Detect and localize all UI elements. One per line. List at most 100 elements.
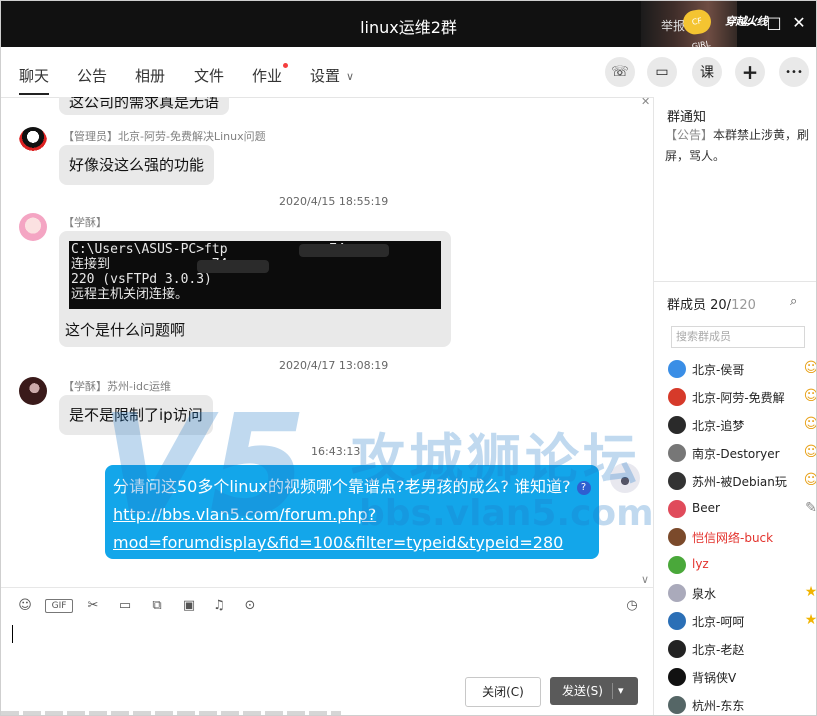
member-row[interactable]: 北京-追梦 ☺ xyxy=(668,415,817,439)
member-search-input[interactable]: 搜索群成员 xyxy=(671,326,805,348)
member-name: 泉水 xyxy=(692,587,717,601)
message-sender: 【管理员】北京-阿劳-免费解决Linux问题 xyxy=(63,130,266,143)
chat-history[interactable]: 这公司的需求真是无语 ✕ 【管理员】北京-阿劳-免费解决Linux问题 好像没这… xyxy=(1,97,653,587)
text-caret xyxy=(12,625,13,643)
notice-content[interactable]: 【公告】本群禁止涉黄，刷屏，骂人。 xyxy=(665,125,811,167)
gif-icon[interactable]: GIF xyxy=(45,599,73,613)
tab-album[interactable]: 相册 xyxy=(135,65,165,86)
video-call-button[interactable]: ▭ xyxy=(647,57,677,87)
notice-tag: 【公告】 xyxy=(665,128,714,142)
bell-off-icon[interactable]: ♫ xyxy=(210,597,228,615)
avatar[interactable] xyxy=(19,213,47,241)
title-bar: linux运维2群 CF GIRL 举报 穿越火线 — □ ✕ xyxy=(1,1,816,51)
divider xyxy=(654,281,816,282)
member-name: 北京-追梦 xyxy=(692,419,745,433)
member-name: 苏州-被Debian玩 xyxy=(692,475,787,489)
timestamp: 2020/4/17 13:08:19 xyxy=(279,359,389,372)
folder-icon[interactable]: ▭ xyxy=(116,597,134,615)
person-badge-icon: ☺ xyxy=(803,444,817,460)
tab-announcement[interactable]: 公告 xyxy=(77,65,107,86)
avatar[interactable] xyxy=(19,377,47,405)
member-row[interactable]: 北京-侯哥 ☺ xyxy=(668,359,817,383)
redaction xyxy=(197,260,269,273)
message-bubble: 好像没这么强的功能 xyxy=(59,145,215,185)
maximize-button[interactable]: □ xyxy=(765,14,783,32)
person-badge-icon: ☺ xyxy=(803,416,817,432)
close-chat-pane-icon[interactable]: ✕ xyxy=(641,97,650,108)
avatar[interactable] xyxy=(19,127,47,155)
divider xyxy=(612,683,613,699)
search-icon[interactable]: ⌕ xyxy=(790,294,806,310)
message-text: 这个是什么问题啊 xyxy=(65,321,186,339)
notification-dot xyxy=(283,63,288,68)
members-count: 120 xyxy=(731,298,756,313)
person-badge-icon: ☺ xyxy=(803,388,817,404)
member-name: 南京-Destoryer xyxy=(692,447,780,461)
member-avatar xyxy=(668,556,686,574)
member-name: 背锅侠V xyxy=(692,671,737,685)
edit-badge-icon: ✎ xyxy=(805,500,817,516)
message-input[interactable]: 关闭(C) 发送(S) ▾ xyxy=(1,623,653,715)
close-button[interactable]: 关闭(C) xyxy=(465,677,541,707)
history-icon[interactable]: ◷ xyxy=(623,597,641,615)
image-icon[interactable]: ▣ xyxy=(180,597,198,615)
chat-window: linux运维2群 CF GIRL 举报 穿越火线 — □ ✕ 聊天 公告 相册… xyxy=(0,0,817,716)
input-toolbar: ☺ GIF ✂ ▭ ⧉ ▣ ♫ ⊙ ◷ xyxy=(1,587,653,624)
member-avatar xyxy=(668,416,686,434)
person-badge-icon: ☺ xyxy=(803,360,817,376)
help-icon[interactable]: ? xyxy=(576,480,591,495)
tab-files[interactable]: 文件 xyxy=(194,65,224,86)
member-row[interactable]: 苏州-被Debian玩 ☺ xyxy=(668,471,816,495)
add-button[interactable]: + xyxy=(735,57,765,87)
member-row[interactable]: 泉水 ★ xyxy=(668,583,816,607)
lesson-icon: 课 xyxy=(700,65,714,81)
member-avatar xyxy=(668,668,686,686)
message-text: 分请问这50多个linux的视频哪个靠谱点?老男孩的成么? 谁知道? xyxy=(113,477,571,496)
member-avatar xyxy=(668,528,686,546)
member-avatar xyxy=(668,388,686,406)
tab-settings[interactable]: 设置 ∨ xyxy=(310,65,354,86)
message-bubble: 是不是限制了ip访问 xyxy=(59,395,213,435)
scroll-down-icon[interactable]: ∨ xyxy=(641,573,649,586)
message-bubble: 这公司的需求真是无语 xyxy=(59,97,230,115)
emoji-icon[interactable]: ☺ xyxy=(16,597,34,615)
scissors-icon[interactable]: ✂ xyxy=(84,597,102,615)
taskbar-strip xyxy=(1,711,341,715)
tab-chat[interactable]: 聊天 xyxy=(19,65,50,95)
member-avatar xyxy=(668,696,686,714)
member-row[interactable]: 南京-Destoryer ☺ xyxy=(668,443,817,467)
send-label: 发送(S) xyxy=(562,684,603,698)
lesson-button[interactable]: 课 xyxy=(692,57,722,87)
image-search-icon[interactable]: ⧉ xyxy=(148,597,166,615)
timestamp: 16:43:13 xyxy=(311,445,361,458)
member-row[interactable]: 北京-老赵 xyxy=(668,639,816,663)
voice-call-button[interactable]: ☏ xyxy=(605,57,635,87)
member-row[interactable]: 北京-呵呵 ★ xyxy=(668,611,816,635)
chevron-down-icon[interactable]: ▾ xyxy=(618,677,624,705)
report-link[interactable]: 举报 xyxy=(661,17,685,34)
member-name: 北京-阿劳-免费解 xyxy=(692,391,785,405)
more-icon: ••• xyxy=(785,66,803,78)
close-window-button[interactable]: ✕ xyxy=(790,14,808,32)
screenshot-image[interactable]: C:\Users\ASUS-PC>ftp .74 连接到 74。 220 (vsFT… xyxy=(69,241,441,309)
member-avatar xyxy=(668,640,686,658)
phone-icon: ☏ xyxy=(611,64,629,80)
message-link[interactable]: http://bbs.vlan5.com/forum.php? xyxy=(113,505,376,524)
send-button[interactable]: 发送(S) ▾ xyxy=(550,677,638,705)
plus-icon: + xyxy=(741,60,759,84)
more-circle-icon[interactable]: ⊙ xyxy=(241,597,259,615)
member-avatar xyxy=(668,500,686,518)
member-row[interactable]: 恺信网络-buck xyxy=(668,527,816,551)
tab-homework[interactable]: 作业 xyxy=(252,65,282,86)
message-sender: 【学酥】苏州-idc运维 xyxy=(63,380,172,393)
minimize-button[interactable]: — xyxy=(739,14,757,32)
my-avatar[interactable] xyxy=(610,463,640,493)
member-row[interactable]: Beer ✎ xyxy=(668,499,817,523)
sidebar: 群通知 【公告】本群禁止涉黄，刷屏，骂人。 群成员 20/120 ⌕ 搜索群成员… xyxy=(653,97,817,715)
member-row[interactable]: lyz xyxy=(668,555,816,579)
message-link[interactable]: mod=forumdisplay&fid=100&filter=typeid&t… xyxy=(113,533,563,552)
member-row[interactable]: 杭州-东东 xyxy=(668,695,816,715)
more-button[interactable]: ••• xyxy=(779,57,809,87)
member-row[interactable]: 北京-阿劳-免费解 ☺ xyxy=(668,387,817,411)
member-row[interactable]: 背锅侠V xyxy=(668,667,816,691)
